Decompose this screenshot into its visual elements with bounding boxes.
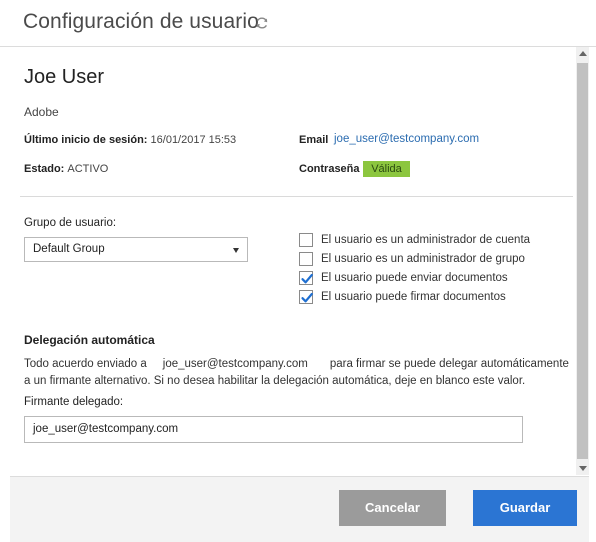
delegated-signer-value: joe_user@testcompany.com — [33, 423, 179, 435]
user-group-select[interactable]: Default Group — [24, 237, 248, 262]
password-label: Contraseña — [299, 163, 360, 175]
checkmark-icon — [301, 273, 313, 284]
settings-panel: Joe User Adobe Último inicio de sesión: … — [10, 47, 576, 475]
dialog-footer: Cancelar Guardar — [10, 476, 589, 542]
user-name: Joe User — [24, 66, 105, 88]
last-login-row: Último inicio de sesión: 16/01/2017 15:5… — [24, 134, 236, 146]
dialog-header: Configuración de usuario — [0, 0, 596, 47]
last-login-label: Último inicio de sesión: — [24, 134, 148, 146]
checkbox-send-documents[interactable] — [299, 271, 313, 285]
user-group-label: Grupo de usuario: — [24, 217, 117, 229]
scroll-down-icon[interactable] — [578, 466, 587, 471]
auto-delegation-title: Delegación automática — [24, 333, 155, 347]
permission-label: El usuario puede enviar documentos — [321, 272, 508, 284]
password-status-badge: Válida — [363, 161, 410, 177]
last-login-value: 16/01/2017 15:53 — [150, 134, 237, 146]
email-label: Email — [299, 134, 329, 146]
auto-delegation-description: Todo acuerdo enviado a joe_user@testcompa… — [24, 356, 576, 390]
checkbox-account-admin[interactable] — [299, 233, 313, 247]
vertical-scrollbar[interactable] — [576, 47, 589, 475]
delegated-signer-input[interactable]: joe_user@testcompany.com — [24, 416, 523, 443]
checkmark-icon — [301, 292, 313, 303]
status-value: ACTIVO — [67, 163, 109, 175]
organization-name: Adobe — [24, 105, 59, 119]
permission-label: El usuario es un administrador de cuenta — [321, 234, 531, 246]
permission-label: El usuario puede firmar documentos — [321, 291, 506, 303]
delegated-signer-label: Firmante delegado: — [24, 396, 124, 408]
status-row: Estado: ACTIVO — [24, 163, 108, 175]
checkbox-sign-documents[interactable] — [299, 290, 313, 304]
cancel-button[interactable]: Cancelar — [339, 490, 446, 526]
dialog-title: Configuración de usuario — [23, 10, 259, 33]
scroll-up-icon[interactable] — [578, 51, 587, 56]
refresh-icon[interactable] — [255, 16, 269, 30]
user-group-selected: Default Group — [33, 243, 105, 255]
email-value: joe_user@testcompany.com — [334, 133, 480, 145]
permission-label: El usuario es un administrador de grupo — [321, 253, 525, 265]
section-divider — [20, 196, 573, 197]
save-button[interactable]: Guardar — [473, 490, 577, 526]
status-label: Estado: — [24, 163, 65, 175]
scrollbar-thumb[interactable] — [577, 63, 588, 459]
delegation-text-before: Todo acuerdo enviado a — [24, 358, 147, 370]
chevron-down-icon — [233, 248, 239, 253]
checkbox-group-admin[interactable] — [299, 252, 313, 266]
delegation-email: joe_user@testcompany.com — [162, 358, 308, 370]
